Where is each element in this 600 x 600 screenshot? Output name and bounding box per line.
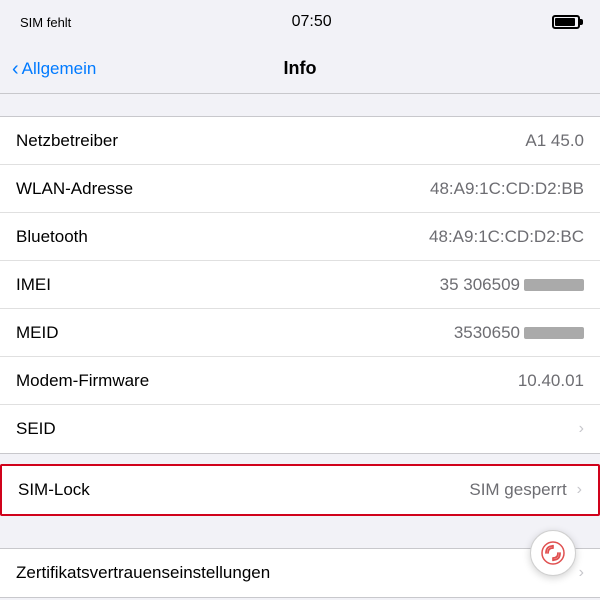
- imei-redacted: [524, 279, 584, 291]
- nav-bar: ‹ Allgemein Info: [0, 44, 600, 94]
- row-label-simlock: SIM-Lock: [18, 480, 90, 500]
- row-value-bluetooth: 48:A9:1C:CD:D2:BC: [96, 227, 584, 247]
- section-gap-sim: [0, 454, 600, 464]
- table-row: Modem-Firmware 10.40.01: [0, 357, 600, 405]
- status-bar: SIM fehlt 07:50: [0, 0, 600, 44]
- page-title: Info: [284, 58, 317, 79]
- chevron-right-icon: ›: [579, 564, 584, 582]
- row-label-bluetooth: Bluetooth: [16, 227, 88, 247]
- row-label-modem: Modem-Firmware: [16, 371, 149, 391]
- row-value-wlan: 48:A9:1C:CD:D2:BB: [141, 179, 584, 199]
- chevron-back-icon: ‹: [12, 59, 19, 79]
- chevron-right-icon: ›: [579, 420, 584, 438]
- table-row-seid[interactable]: SEID ›: [0, 405, 600, 453]
- table-row: WLAN-Adresse 48:A9:1C:CD:D2:BB: [0, 165, 600, 213]
- back-button[interactable]: ‹ Allgemein: [12, 59, 96, 79]
- row-value-imei: 35 306509: [51, 275, 584, 295]
- table-row: MEID 3530650: [0, 309, 600, 357]
- battery-icon: [552, 15, 580, 29]
- status-icons: [552, 15, 580, 29]
- carrier-label: SIM fehlt: [20, 15, 71, 30]
- table-row: Netzbetreiber A1 45.0: [0, 117, 600, 165]
- back-label: Allgemein: [22, 59, 97, 79]
- section-gap-top: [0, 94, 600, 116]
- sim-lock-section: SIM-Lock SIM gesperrt ›: [0, 464, 600, 516]
- imei-partial-text: 35 306509: [440, 275, 520, 295]
- row-value-netzbetreiber: A1 45.0: [126, 131, 584, 151]
- section-gap-zert: [0, 516, 600, 538]
- row-label-wlan: WLAN-Adresse: [16, 179, 133, 199]
- row-label-imei: IMEI: [16, 275, 51, 295]
- zertifikats-section: Zertifikatsvertrauenseinstellungen ›: [0, 548, 600, 598]
- row-value-meid: 3530650: [59, 323, 585, 343]
- meid-partial-text: 3530650: [454, 323, 520, 343]
- chevron-right-icon: ›: [577, 481, 582, 499]
- row-label-zertifikats: Zertifikatsvertrauenseinstellungen: [16, 563, 270, 583]
- zertifikats-row[interactable]: Zertifikatsvertrauenseinstellungen ›: [0, 549, 600, 597]
- row-value-simlock: SIM gesperrt ›: [469, 480, 582, 500]
- time-label: 07:50: [292, 13, 332, 31]
- float-accessibility-button[interactable]: [530, 530, 576, 576]
- row-value-modem: 10.40.01: [157, 371, 584, 391]
- row-label-seid: SEID: [16, 419, 56, 439]
- row-label-netzbetreiber: Netzbetreiber: [16, 131, 118, 151]
- simlock-status-text: SIM gesperrt: [469, 480, 566, 500]
- info-table-section: Netzbetreiber A1 45.0 WLAN-Adresse 48:A9…: [0, 116, 600, 454]
- meid-redacted: [524, 327, 584, 339]
- accessibility-icon: [540, 540, 566, 566]
- sim-lock-row[interactable]: SIM-Lock SIM gesperrt ›: [2, 466, 598, 514]
- row-label-meid: MEID: [16, 323, 59, 343]
- table-row: Bluetooth 48:A9:1C:CD:D2:BC: [0, 213, 600, 261]
- content: Netzbetreiber A1 45.0 WLAN-Adresse 48:A9…: [0, 94, 600, 598]
- table-row: IMEI 35 306509: [0, 261, 600, 309]
